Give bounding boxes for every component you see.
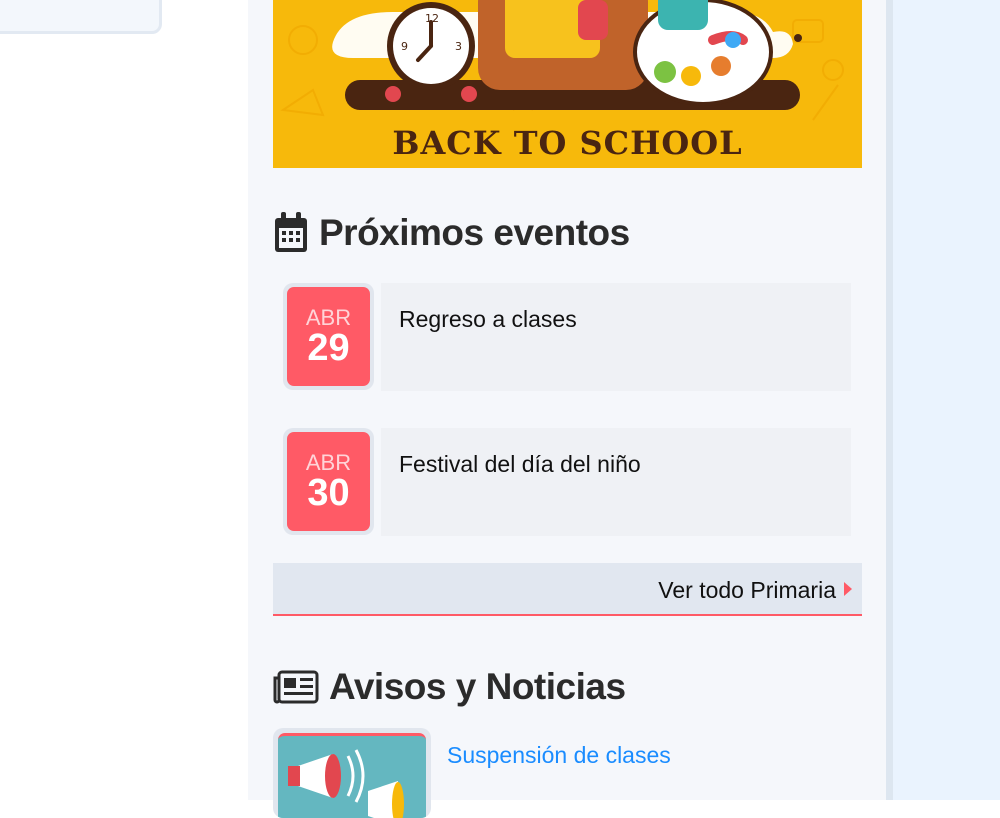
previous-card [0, 0, 162, 34]
event-month: ABR [305, 305, 352, 330]
news-heading: Avisos y Noticias [273, 666, 626, 708]
see-all-label[interactable]: Ver todo Primaria [658, 577, 836, 604]
date-badge: ABR 30 [283, 428, 374, 535]
banner-text: BACK TO SCHOOL [392, 124, 743, 162]
sidebar-border [886, 0, 893, 800]
calendar-icon [275, 212, 307, 252]
events-title: Próximos eventos [319, 212, 630, 253]
event-day: 30 [307, 472, 350, 514]
event-card[interactable]: Festival del día del niño [381, 428, 851, 536]
date-badge: ABR 29 [283, 283, 374, 390]
see-all-primaria-link[interactable]: Ver todo Primaria [273, 563, 862, 616]
caret-right-icon [844, 582, 852, 596]
event-item[interactable]: ABR 30 Festival del día del niño [283, 428, 853, 536]
svg-text:9: 9 [401, 40, 408, 53]
event-title[interactable]: Festival del día del niño [399, 451, 641, 478]
back-to-school-banner[interactable]: 12 3 9 BACK TO SCHOOL [273, 0, 862, 168]
event-month: ABR [305, 450, 352, 475]
news-item-link[interactable]: Suspensión de clases [447, 742, 671, 769]
newspaper-icon [273, 670, 319, 704]
news-title: Avisos y Noticias [329, 666, 626, 707]
event-day: 29 [307, 327, 350, 369]
event-card[interactable]: Regreso a clases [381, 283, 851, 391]
megaphone-icon [288, 749, 404, 818]
events-heading: Próximos eventos [273, 212, 630, 254]
news-thumbnail[interactable] [273, 728, 431, 818]
page-background [893, 0, 1000, 800]
svg-text:3: 3 [455, 40, 462, 53]
event-title[interactable]: Regreso a clases [399, 306, 577, 333]
event-item[interactable]: ABR 29 Regreso a clases [283, 283, 853, 391]
